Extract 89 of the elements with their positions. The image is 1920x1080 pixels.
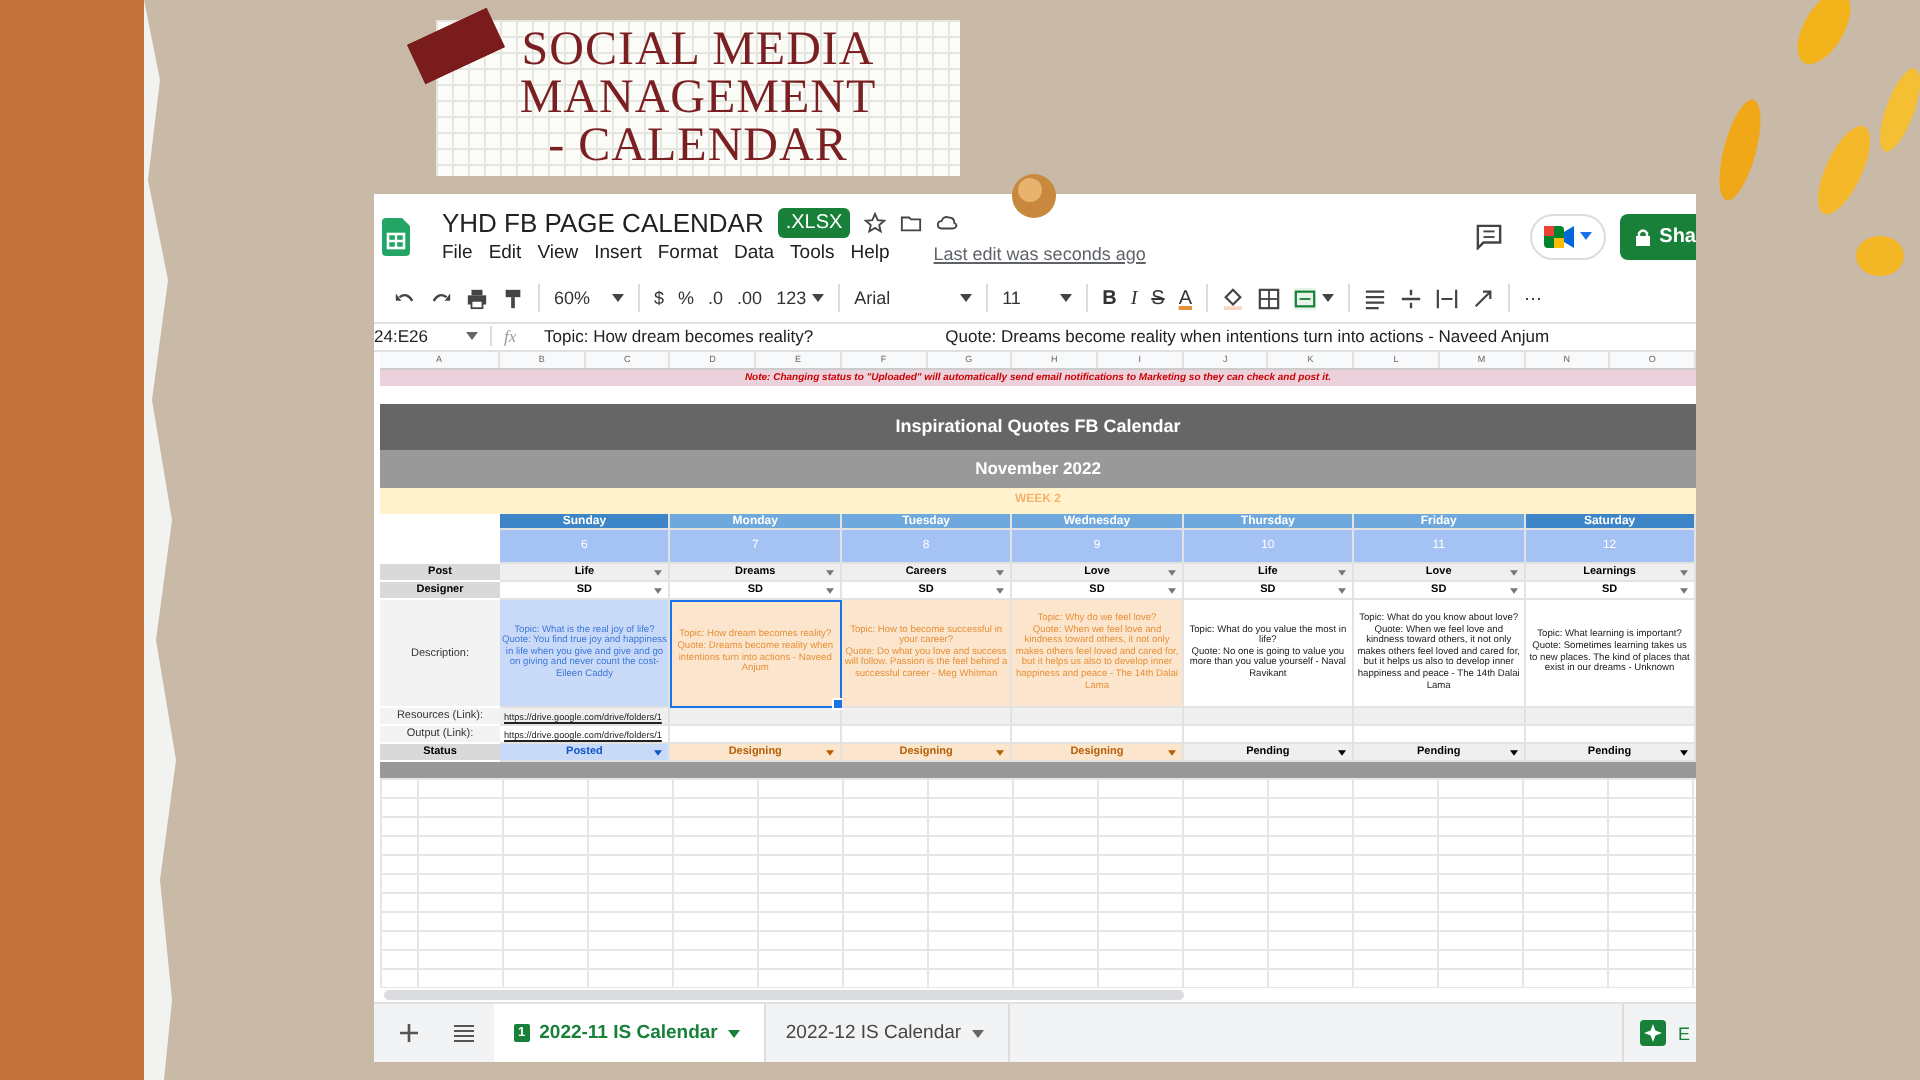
- dropdown-caret-icon: [825, 570, 834, 577]
- currency-format-button[interactable]: $: [654, 288, 665, 309]
- dropdown-caret-icon: [996, 570, 1005, 577]
- caret-icon: [812, 294, 825, 303]
- sheet-tab[interactable]: 2022-12 IS Calendar: [765, 1004, 1010, 1062]
- folder-icon[interactable]: [900, 212, 923, 235]
- menu-item[interactable]: File: [442, 242, 473, 265]
- comment-icon[interactable]: [1475, 223, 1502, 250]
- zoom-dropdown[interactable]: 60%: [554, 288, 606, 309]
- caret-icon: [466, 332, 478, 341]
- caret-icon: [1060, 294, 1073, 303]
- number-format-dropdown[interactable]: 123: [776, 288, 807, 309]
- dropdown-caret-icon: [996, 750, 1005, 757]
- slide-title: MANAGEMENT: [519, 74, 877, 122]
- dropdown-caret-icon: [1167, 588, 1176, 595]
- menu-item[interactable]: Tools: [790, 242, 835, 265]
- dropdown-caret-icon: [654, 588, 663, 595]
- star-icon[interactable]: [864, 212, 887, 235]
- menu-item[interactable]: Data: [733, 242, 775, 265]
- sparkle-icon: [1640, 1020, 1666, 1047]
- dropdown-caret-icon: [1338, 588, 1347, 595]
- fx-label: fx: [490, 326, 532, 347]
- lock-icon: [1635, 227, 1650, 246]
- caret-icon: [727, 1029, 740, 1038]
- formula-content[interactable]: Quote: Dreams become reality when intentions turn into actions - Naveed Anjum: [945, 326, 1550, 347]
- strikethrough-button[interactable]: S: [1151, 287, 1165, 310]
- video-camera-icon: [1543, 223, 1576, 250]
- dropdown-caret-icon: [1509, 750, 1518, 757]
- month-heading: November 2022: [380, 450, 1696, 489]
- dropdown-caret-icon: [825, 588, 834, 595]
- decrease-decimal-button[interactable]: .0: [708, 288, 724, 309]
- percent-format-button[interactable]: %: [678, 288, 695, 309]
- borders-icon[interactable]: [1258, 287, 1281, 310]
- dropdown-caret-icon: [1509, 588, 1518, 595]
- merge-cells-icon[interactable]: [1294, 287, 1317, 310]
- file-format-badge: .XLSX: [777, 208, 851, 239]
- font-size-dropdown[interactable]: 11: [1002, 288, 1055, 309]
- caret-icon: [960, 294, 973, 303]
- paint-format-icon[interactable]: [502, 287, 524, 310]
- dropdown-caret-icon: [1167, 570, 1176, 577]
- slide-title: - CALENDAR: [548, 122, 848, 170]
- menu-item[interactable]: Edit: [488, 242, 522, 265]
- scrollbar-thumb[interactable]: [384, 990, 1184, 1001]
- caret-icon: [612, 294, 624, 303]
- font-dropdown[interactable]: Arial: [854, 288, 955, 309]
- menu-item[interactable]: Help: [850, 242, 890, 265]
- dropdown-caret-icon: [654, 750, 663, 757]
- name-box[interactable]: 24:E26: [374, 326, 462, 347]
- meet-button[interactable]: [1529, 213, 1606, 260]
- dropdown-caret-icon: [1680, 750, 1688, 757]
- calendar-title: Inspirational Quotes FB Calendar: [380, 404, 1696, 451]
- dropdown-caret-icon: [1338, 750, 1347, 757]
- increase-decimal-button[interactable]: .00: [737, 288, 763, 309]
- fill-handle[interactable]: [831, 698, 844, 711]
- print-icon[interactable]: [466, 287, 488, 310]
- vertical-align-icon[interactable]: [1400, 287, 1423, 310]
- fill-color-icon[interactable]: [1222, 287, 1245, 310]
- italic-button[interactable]: I: [1130, 287, 1138, 310]
- bold-button[interactable]: B: [1102, 287, 1117, 310]
- align-icon[interactable]: [1364, 287, 1387, 310]
- text-color-button[interactable]: A: [1178, 287, 1193, 310]
- dropdown-caret-icon: [1509, 570, 1518, 577]
- formula-content[interactable]: Topic: How dream becomes reality?: [544, 326, 814, 347]
- dropdown-caret-icon: [1167, 750, 1176, 757]
- dropdown-caret-icon: [1680, 570, 1688, 577]
- menu-item[interactable]: Format: [657, 242, 718, 265]
- list-icon: [453, 1024, 473, 1043]
- text-wrap-icon[interactable]: [1436, 287, 1459, 310]
- text-rotation-icon[interactable]: [1472, 287, 1495, 310]
- plus-icon: [400, 1024, 418, 1043]
- dropdown-caret-icon: [654, 570, 663, 577]
- sheets-logo-icon: [382, 217, 410, 256]
- pushpin-icon: [1010, 172, 1058, 220]
- dropdown-caret-icon: [825, 750, 834, 757]
- menu-item[interactable]: View: [537, 242, 579, 265]
- share-button[interactable]: Sha: [1619, 213, 1696, 260]
- menu-item[interactable]: Insert: [594, 242, 642, 265]
- document-title[interactable]: YHD FB PAGE CALENDAR: [442, 208, 764, 239]
- dropdown-caret-icon: [996, 588, 1005, 595]
- caret-icon: [1322, 294, 1335, 303]
- explore-button[interactable]: E: [1622, 1004, 1696, 1062]
- dropdown-caret-icon: [1680, 588, 1688, 595]
- more-button[interactable]: ⋯: [1524, 288, 1543, 309]
- dropdown-caret-icon: [1338, 570, 1347, 577]
- slide-title: SOCIAL MEDIA: [521, 26, 875, 74]
- caret-icon: [1579, 232, 1592, 241]
- cloud-icon[interactable]: [936, 212, 959, 235]
- caret-icon: [971, 1029, 984, 1038]
- last-edit-link[interactable]: Last edit was seconds ago: [933, 243, 1146, 264]
